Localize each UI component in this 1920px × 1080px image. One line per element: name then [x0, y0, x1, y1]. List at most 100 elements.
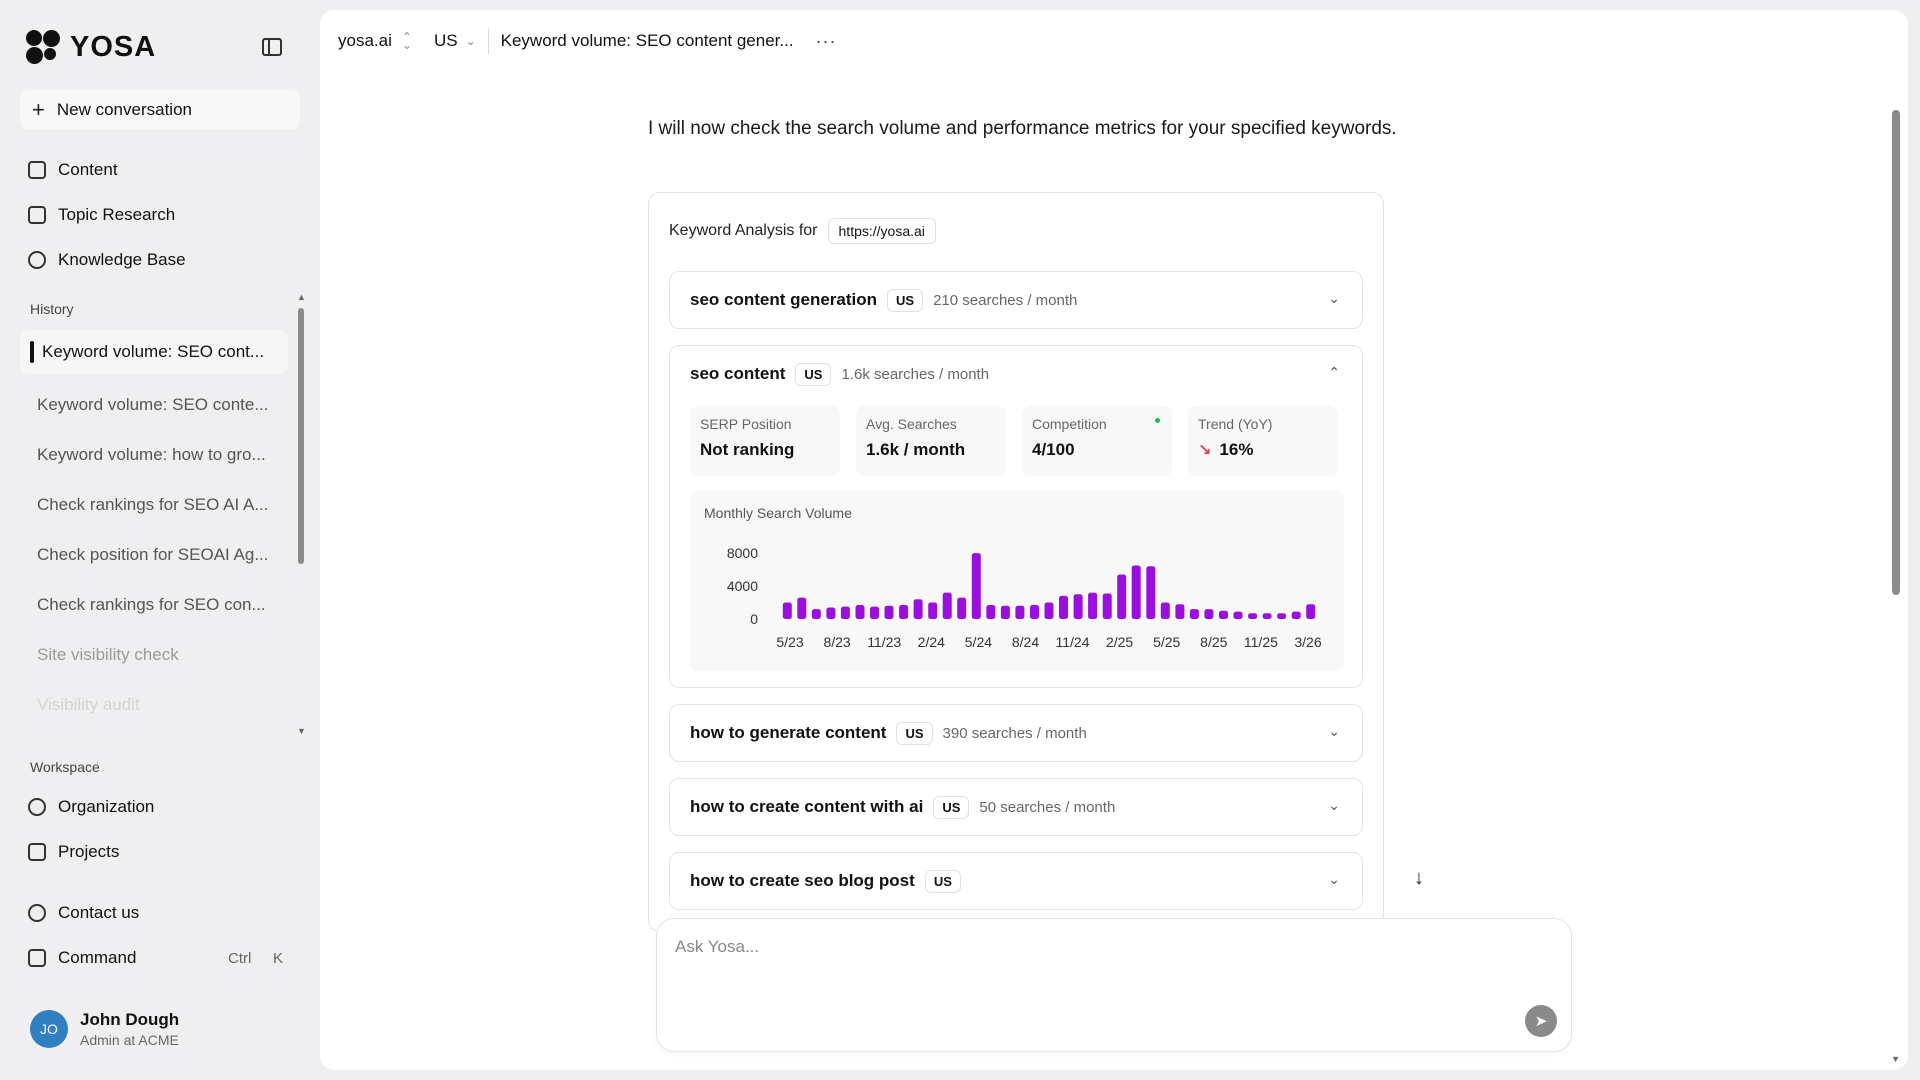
chevron-down-icon[interactable]: ⌄: [1328, 797, 1340, 814]
chart-bar[interactable]: [884, 605, 894, 619]
top-bar: yosa.ai ⌃ ⌄ US ⌄ Keyword volume: SEO cont…: [338, 28, 837, 54]
history-item[interactable]: Visibility audit: [20, 680, 288, 730]
search-volume: 390 searches / month: [942, 724, 1087, 742]
chart-bar[interactable]: [913, 599, 923, 619]
scroll-to-bottom-icon[interactable]: ↓: [1414, 867, 1424, 890]
keyword-row[interactable]: seo content generation US 210 searches /…: [669, 271, 1363, 329]
search-volume: 50 searches / month: [979, 798, 1116, 816]
keyword-row-expanded[interactable]: seo content US 1.6k searches / month ⌃ S…: [669, 345, 1363, 688]
send-icon[interactable]: ➤: [1525, 1005, 1557, 1037]
user-role: Admin at ACME: [80, 1032, 179, 1048]
more-options-icon[interactable]: ···: [816, 31, 837, 52]
nav-contact-us[interactable]: Contact us: [28, 903, 139, 923]
history-item[interactable]: Keyword volume: how to gro...: [20, 430, 288, 480]
chart-bar[interactable]: [942, 592, 952, 619]
keyword-name: seo content generation: [690, 290, 878, 309]
logo[interactable]: YOSA: [26, 30, 156, 64]
keyword-row[interactable]: how to generate content US 390 searches …: [669, 704, 1363, 762]
chart-bar[interactable]: [811, 609, 821, 619]
chart-bar[interactable]: [1131, 565, 1141, 620]
chart-bar[interactable]: [1117, 574, 1127, 620]
chart-bar[interactable]: [1146, 566, 1156, 619]
chart-bar[interactable]: [899, 605, 909, 619]
chart-bar[interactable]: [1262, 613, 1272, 619]
country-label: US: [433, 31, 458, 50]
history-item[interactable]: Site visibility check: [20, 630, 288, 680]
scroll-up-icon[interactable]: ▲: [297, 292, 306, 302]
chart-bar[interactable]: [782, 602, 792, 620]
chart-bar[interactable]: [928, 602, 938, 620]
chart-bar[interactable]: [1306, 604, 1316, 619]
metric-competition: Competition 4/100: [1022, 406, 1172, 476]
ask-input[interactable]: [675, 937, 1475, 957]
site-selector[interactable]: yosa.ai: [338, 31, 392, 51]
nav-command[interactable]: Command: [28, 948, 136, 968]
chevron-down-icon[interactable]: ⌄: [1328, 871, 1340, 888]
y-tick-label: 8000: [727, 545, 758, 561]
chevron-updown-icon[interactable]: ⌃ ⌄: [402, 31, 412, 51]
metric-label: Avg. Searches: [866, 416, 957, 432]
chevron-down-icon[interactable]: ⌄: [1328, 723, 1340, 740]
nav-organization[interactable]: Organization: [28, 797, 154, 817]
chart-bar[interactable]: [797, 597, 807, 619]
chart-bar[interactable]: [1219, 610, 1228, 619]
divider: [487, 28, 489, 54]
nav-knowledge-base[interactable]: Knowledge Base: [28, 250, 186, 270]
metrics-row: SERP Position Not ranking Avg. Searches …: [690, 406, 1338, 476]
chart-bar[interactable]: [1175, 604, 1185, 619]
chart-bar[interactable]: [1277, 613, 1287, 619]
keyword-row[interactable]: how to create seo blog post US ⌄: [669, 852, 1363, 910]
chart-bar[interactable]: [870, 606, 879, 619]
chart-bar[interactable]: [855, 605, 865, 619]
scrollbar-thumb[interactable]: [298, 308, 304, 564]
chat-input-box[interactable]: ➤: [656, 918, 1572, 1052]
chart-bar[interactable]: [1204, 609, 1214, 619]
chart-bar[interactable]: [1015, 605, 1025, 619]
history-scrollbar[interactable]: ▲ ▼: [296, 292, 306, 736]
knowledge-base-icon: [28, 251, 46, 269]
history-item[interactable]: Check rankings for SEO con...: [20, 580, 288, 630]
chart-bar[interactable]: [1189, 609, 1199, 619]
chart-bar[interactable]: [840, 606, 850, 619]
scroll-down-icon[interactable]: ▼: [1891, 1054, 1900, 1064]
chart-bar[interactable]: [826, 607, 836, 620]
metric-value: 16%: [1219, 440, 1254, 459]
chart-bar[interactable]: [1088, 592, 1098, 619]
chart-bar[interactable]: [986, 605, 996, 619]
history-item[interactable]: Check position for SEOAI Ag...: [20, 530, 288, 580]
history-item[interactable]: Keyword volume: SEO cont...: [20, 330, 288, 374]
chart-bar[interactable]: [1102, 593, 1112, 620]
history-item[interactable]: Keyword volume: SEO conte...: [20, 380, 288, 430]
new-conversation-button[interactable]: + New conversation: [20, 90, 300, 130]
keyword-row[interactable]: how to create content with ai US 50 sear…: [669, 778, 1363, 836]
chart-bar[interactable]: [1000, 605, 1010, 619]
chart-bar[interactable]: [1030, 605, 1039, 619]
chart-bar[interactable]: [1160, 602, 1170, 620]
new-conversation-label: New conversation: [56, 100, 192, 119]
main-panel: yosa.ai ⌃ ⌄ US ⌄ Keyword volume: SEO cont…: [320, 10, 1908, 1070]
chart-bar[interactable]: [1291, 611, 1301, 619]
search-volume: 1.6k searches / month: [841, 365, 990, 383]
chart-bar[interactable]: [1233, 611, 1243, 619]
collapse-sidebar-icon[interactable]: [262, 38, 282, 56]
chart-bar[interactable]: [1044, 602, 1054, 620]
chevron-down-icon[interactable]: ⌄: [466, 34, 476, 48]
user-profile[interactable]: JO John Dough Admin at ACME: [30, 1010, 179, 1048]
nav-projects[interactable]: Projects: [28, 842, 119, 862]
chart-bar[interactable]: [971, 553, 981, 619]
chart-bar[interactable]: [957, 597, 967, 619]
chevron-down-icon[interactable]: ⌄: [1328, 290, 1340, 307]
y-tick-label: 0: [750, 611, 758, 627]
topic-research-icon: [28, 206, 46, 224]
scroll-down-icon[interactable]: ▼: [297, 726, 306, 736]
nav-content[interactable]: Content: [28, 160, 118, 180]
nav-topic-research[interactable]: Topic Research: [28, 205, 175, 225]
chart-bar[interactable]: [1059, 595, 1068, 619]
main-scrollbar-thumb[interactable]: [1892, 110, 1900, 595]
x-tick-label: 8/25: [1200, 634, 1227, 650]
chart-bar[interactable]: [1248, 613, 1258, 619]
country-selector[interactable]: US: [434, 31, 458, 51]
chart-bar[interactable]: [1073, 594, 1083, 619]
history-item[interactable]: Check rankings for SEO AI A...: [20, 480, 288, 530]
chevron-up-icon[interactable]: ⌃: [1328, 364, 1340, 381]
